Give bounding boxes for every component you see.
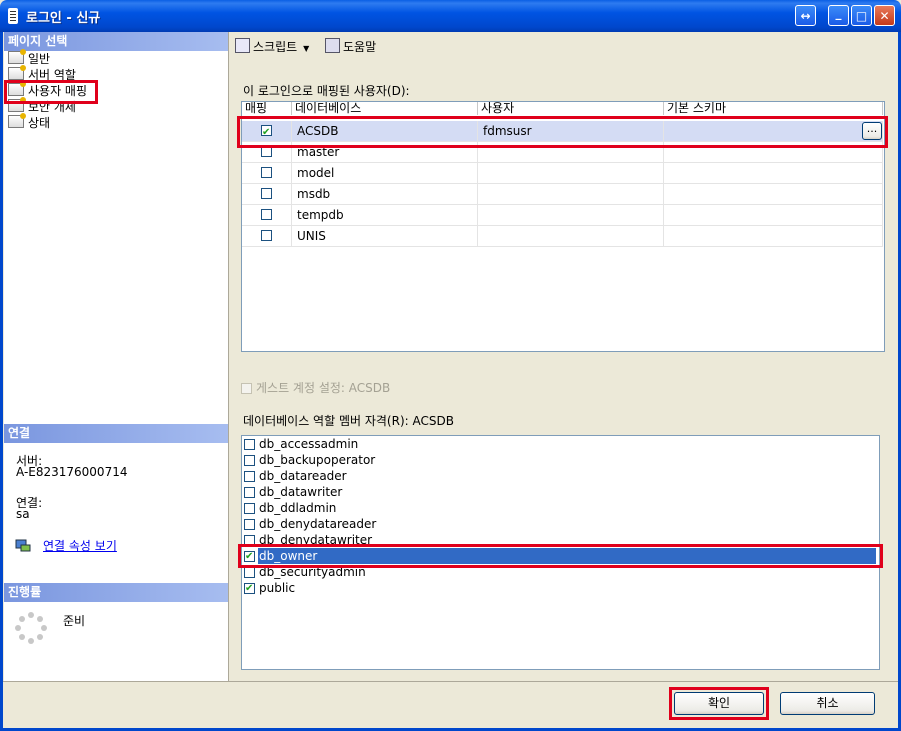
row-database: model — [292, 163, 478, 183]
progress-header: 진행률 — [4, 583, 228, 602]
script-icon — [235, 38, 250, 53]
row-database: tempdb — [292, 205, 478, 225]
progress-spinner-icon — [15, 612, 47, 644]
row-user[interactable] — [478, 226, 664, 246]
progress-status: 준비 — [63, 614, 86, 628]
server-value: A-E823176000714 — [16, 465, 128, 479]
row-schema[interactable] — [664, 226, 883, 246]
guest-checkbox — [241, 383, 252, 394]
col-header-map[interactable]: 매핑 — [242, 102, 292, 115]
title-bar[interactable]: 로그인 - 신규 ↔ _ □ ✕ — [0, 0, 901, 32]
col-header-database[interactable]: 데이터베이스 — [292, 102, 478, 115]
list-item[interactable]: db_ddladmin — [244, 500, 874, 516]
dropdown-arrow-icon[interactable]: ▼ — [303, 44, 309, 53]
role-checkbox[interactable] — [244, 519, 255, 530]
row-user[interactable] — [478, 184, 664, 204]
role-checkbox[interactable] — [244, 487, 255, 498]
minimize-button[interactable]: _ — [828, 5, 849, 26]
maximize-button[interactable]: □ — [851, 5, 872, 26]
window-title: 로그인 - 신규 — [26, 11, 101, 26]
cancel-button[interactable]: 취소 — [780, 692, 875, 715]
row-schema[interactable] — [664, 184, 883, 204]
table-row[interactable]: tempdb — [242, 205, 883, 226]
col-header-user[interactable]: 사용자 — [478, 102, 664, 115]
role-checkbox[interactable] — [244, 471, 255, 482]
close-button[interactable]: ✕ — [874, 5, 895, 26]
role-checkbox[interactable] — [244, 503, 255, 514]
table-row[interactable]: UNIS — [242, 226, 883, 247]
mapping-label: 이 로그인으로 매핑된 사용자(D): — [243, 84, 410, 98]
guest-account-option: 게스트 계정 설정: ACSDB — [241, 379, 390, 396]
list-item[interactable]: db_denydatareader — [244, 516, 874, 532]
connection-header: 연결 — [4, 424, 228, 443]
roles-label: 데이터베이스 역할 멤버 자격(R): ACSDB — [243, 414, 454, 428]
role-checkbox[interactable] — [244, 581, 255, 597]
window-icon — [8, 8, 18, 24]
page-select-header: 페이지 선택 — [4, 32, 228, 51]
view-connection-properties-link[interactable]: 연결 속성 보기 — [43, 537, 117, 554]
connection-value: sa — [16, 507, 30, 521]
page-icon — [8, 49, 26, 64]
row-schema[interactable] — [664, 163, 883, 183]
map-checkbox[interactable] — [261, 167, 272, 178]
role-checkbox[interactable] — [244, 439, 255, 450]
map-checkbox[interactable] — [261, 209, 272, 220]
table-row[interactable]: msdb — [242, 184, 883, 205]
list-item[interactable]: db_datareader — [244, 468, 874, 484]
role-checkbox[interactable] — [244, 567, 255, 578]
highlight-user-mapping — [4, 80, 98, 104]
row-user[interactable] — [478, 163, 664, 183]
row-database: UNIS — [292, 226, 478, 246]
col-header-schema[interactable]: 기본 스키마 — [664, 102, 883, 115]
highlight-acsdb-row — [237, 116, 888, 148]
table-row[interactable]: model — [242, 163, 883, 184]
list-item[interactable]: db_backupoperator — [244, 452, 874, 468]
list-item[interactable]: db_datawriter — [244, 484, 874, 500]
highlight-db-owner — [238, 544, 883, 568]
toolbar: 스크립트 ▼ 도움말 — [229, 32, 897, 60]
restore-icon[interactable]: ↔ — [795, 5, 816, 26]
connection-properties-icon — [15, 538, 31, 552]
help-icon — [325, 38, 340, 53]
page-item-status[interactable]: 상태 — [8, 113, 50, 131]
row-database: msdb — [292, 184, 478, 204]
highlight-ok-button — [669, 687, 769, 720]
map-checkbox[interactable] — [261, 188, 272, 199]
list-item[interactable]: db_accessadmin — [244, 436, 874, 452]
list-item[interactable]: public — [244, 580, 874, 597]
page-icon — [8, 65, 26, 80]
row-schema[interactable] — [664, 205, 883, 225]
row-user[interactable] — [478, 205, 664, 225]
map-checkbox[interactable] — [261, 230, 272, 241]
page-item-general[interactable]: 일반 — [8, 49, 50, 67]
role-checkbox[interactable] — [244, 455, 255, 466]
script-button[interactable]: 스크립트 ▼ — [235, 38, 309, 55]
page-icon — [8, 113, 26, 128]
footer-divider — [3, 681, 898, 682]
help-button[interactable]: 도움말 — [325, 38, 376, 55]
